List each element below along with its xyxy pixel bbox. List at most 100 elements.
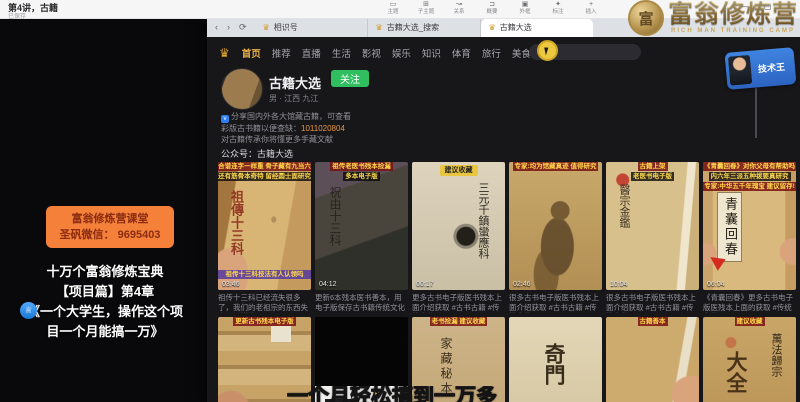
nav-item-首页[interactable]: 首页 — [242, 46, 261, 60]
nav-item-旅行[interactable]: 旅行 — [482, 46, 501, 60]
video-card[interactable]: 萬法歸宗大全建议收藏 — [703, 317, 796, 402]
refresh-icon[interactable]: ⟳ — [239, 22, 247, 33]
toolbar-tool-概要[interactable]: ⊐概要 — [481, 0, 503, 16]
browser-tab[interactable]: ♛相识号 — [255, 18, 368, 37]
watermark-logo-icon: 富 — [628, 0, 664, 36]
overlay-text: 还有筋骨本奇特 留经圆士面研究 — [218, 172, 311, 181]
boundary-icon: ▣ — [522, 0, 529, 9]
follow-button[interactable]: 关注 — [331, 70, 369, 87]
nav-item-体育[interactable]: 体育 — [452, 46, 471, 60]
overlay-text: 老医书电子版 — [631, 172, 674, 181]
course-title-line: 目一个月能搞一万》 — [8, 322, 202, 342]
toolbar-tool-插入[interactable]: +插入 — [580, 0, 602, 16]
toolbar-tool-关系[interactable]: ↝关系 — [448, 0, 470, 16]
thumbnail-vertical-text: 祝由十三科 — [327, 186, 344, 246]
bio-line3: 对古籍传承你将懂更多手藏文献 — [221, 134, 393, 145]
thumbnail-top-overlay: 建议收藏 — [412, 162, 505, 176]
tool-label: 关系 — [453, 9, 464, 16]
summary-icon: ⊐ — [489, 0, 495, 9]
official-account-line: 公众号：古籍大选 — [221, 147, 293, 160]
watermark-subtitle: RICH MAN TRAINING CAMP — [671, 27, 795, 35]
verified-icon: v — [221, 115, 229, 123]
nav-item-娱乐[interactable]: 娱乐 — [392, 46, 411, 60]
subtitle-text: 一个月轻松搞到一万多 — [287, 386, 497, 402]
video-card[interactable]: 专家:均为馆藏真迹 值得研究02:46很多古书电子版医书残本上面介绍获取 #古书… — [509, 162, 602, 313]
thumbnail-top-overlay: 古籍上架老医书电子版 — [606, 162, 699, 181]
banner-label: 技术王 — [750, 59, 792, 76]
overlay-text: 古籍善本 — [638, 317, 668, 326]
video-card[interactable]: 三元千鎮蠻應科建议收藏00:17更多古书电子版医书残本上面介绍获取 #古书古籍 … — [412, 162, 505, 313]
video-thumbnail[interactable]: 祝由十三科祖传老医书残本捡漏多本电子版04:12 — [315, 162, 408, 290]
browser-tab[interactable]: ♛古籍大选_搜索 — [368, 18, 481, 37]
profile-name: 古籍大选 — [269, 73, 321, 92]
nav-item-影视[interactable]: 影视 — [362, 46, 381, 60]
back-icon[interactable]: ‹ — [215, 22, 218, 33]
collect-badge: 建议收藏 — [440, 165, 478, 176]
trophy-icon: ♕ — [20, 302, 37, 319]
video-caption: 祖传十三科已经流失很多了，我们的老祖宗的东西失去了，懂的… — [218, 293, 311, 313]
video-duration: 06:04 — [707, 281, 725, 288]
toolbar-tool-子主题[interactable]: ⊞子主题 — [415, 0, 437, 16]
video-caption: 很多古书电子版医书残本上面介绍获取 #古书古籍 #传统文化 — [606, 293, 699, 313]
site-favicon-icon: ♛ — [376, 23, 383, 32]
subtitle-overlay: 一个月轻松搞到一万多 — [287, 386, 523, 402]
profile-bio: v分享国内外各大馆藏古籍，可查看 彩版古书籍以便查缺：1011020804 对古… — [221, 111, 393, 145]
video-thumbnail[interactable]: 三元千鎮蠻應科建议收藏00:17 — [412, 162, 505, 290]
topic-icon: ▭ — [390, 0, 397, 9]
profile-avatar[interactable] — [221, 68, 263, 110]
tool-label: 子主题 — [418, 9, 435, 16]
nav-item-推荐[interactable]: 推荐 — [272, 46, 291, 60]
badge-line2: 圣矾微信： 9695403 — [48, 227, 172, 243]
course-title-line: 十万个富翁修炼宝典 — [8, 262, 202, 282]
callout-icon: ✦ — [555, 0, 561, 9]
tool-label: 标注 — [552, 9, 563, 16]
video-card[interactable]: 祖傳十三科合谱连字一样重 骨子藏有九当六还有筋骨本奇特 留经圆士面研究祖传十三科… — [218, 162, 311, 313]
nav-item-美食[interactable]: 美食 — [512, 46, 531, 60]
video-duration: 00:17 — [416, 281, 434, 288]
thumbnail-image — [509, 162, 602, 290]
video-card[interactable]: 醫宗金鑑 古籍上架老医书电子版 10:04 很多古书电子版医书残本上面介绍获取 #古书… — [606, 162, 699, 313]
nav-item-直播[interactable]: 直播 — [302, 46, 321, 60]
forward-icon[interactable]: › — [227, 22, 230, 33]
watermark-name: 富翁修炼营 — [668, 1, 798, 27]
browser-tab[interactable]: ♛ 古籍大选 — [481, 18, 593, 37]
overlay-text: 古籍上架 — [638, 162, 668, 171]
video-thumbnail[interactable]: 古籍善本 — [606, 317, 699, 402]
thumbnail-top-overlay: 祖传老医书残本捡漏多本电子版 — [315, 162, 408, 181]
video-duration: 10:04 — [610, 281, 628, 288]
profile-meta: 男 · 江西 九江 — [269, 93, 318, 104]
browser-window: ‹ › ⟳ ♛相识号♛古籍大选_搜索♛古籍大选 ♛ 首页推荐直播生活影视娱乐知识… — [207, 18, 800, 402]
toolbar-tool-外框[interactable]: ▣外框 — [514, 0, 536, 16]
tool-label: 插入 — [585, 9, 596, 16]
video-thumbnail[interactable]: 祖傳十三科合谱连字一样重 骨子藏有九当六还有筋骨本奇特 留经圆士面研究祖传十三科… — [218, 162, 311, 290]
thumbnail-top-overlay: 《青囊回春》对你父母有帮助吗内六年三派五种拨要真研究专家:中华五千年瑰宝 建议留… — [703, 162, 796, 191]
nav-item-知识[interactable]: 知识 — [422, 46, 441, 60]
nav-item-生活[interactable]: 生活 — [332, 46, 351, 60]
thumbnail-vertical-text: 醫宗金鑑 — [616, 184, 632, 228]
overlay-text: 专家:中华五千年瑰宝 建议留存! — [703, 182, 796, 191]
floating-banner[interactable]: 技术王 — [725, 47, 797, 90]
tool-label: 主题 — [387, 9, 398, 16]
tool-label: 概要 — [486, 9, 497, 16]
overlay-text: 《青囊回春》对你父母有帮助吗 — [703, 162, 796, 171]
subtopic-icon: ⊞ — [423, 0, 429, 9]
bio-line2: 彩版古书籍以便查缺： — [221, 124, 301, 133]
video-thumbnail[interactable]: 萬法歸宗大全建议收藏 — [703, 317, 796, 402]
tool-label: 外框 — [519, 9, 530, 16]
video-card[interactable]: 祝由十三科祖传老医书残本捡漏多本电子版04:12更新6本残本医书善本，用电子版保… — [315, 162, 408, 313]
video-thumbnail[interactable]: 专家:均为馆藏真迹 值得研究02:46 — [509, 162, 602, 290]
tab-title: 古籍大选 — [500, 22, 532, 33]
toolbar-tool-主题[interactable]: ▭主题 — [382, 0, 404, 16]
thumbnail-top-overlay: 更新古书残本电子版 — [218, 317, 311, 326]
thumbnail-image — [606, 317, 699, 402]
site-favicon-icon: ♛ — [489, 23, 496, 32]
overlay-text: 更新古书残本电子版 — [233, 317, 296, 326]
video-thumbnail[interactable]: 青囊回春《青囊回春》对你父母有帮助吗内六年三派五种拨要真研究专家:中华五千年瑰宝… — [703, 162, 796, 290]
video-card[interactable]: 古籍善本 — [606, 317, 699, 402]
thumbnail-big-text: 奇門 — [539, 343, 569, 385]
video-card[interactable]: 青囊回春《青囊回春》对你父母有帮助吗内六年三派五种拨要真研究专家:中华五千年瑰宝… — [703, 162, 796, 313]
browser-nav-buttons: ‹ › ⟳ — [215, 22, 247, 33]
toolbar-tool-标注[interactable]: ✦标注 — [547, 0, 569, 16]
thumbnail-vertical-text: 萬法歸宗 — [768, 333, 784, 377]
video-thumbnail[interactable]: 醫宗金鑑 古籍上架老医书电子版 10:04 — [606, 162, 699, 290]
